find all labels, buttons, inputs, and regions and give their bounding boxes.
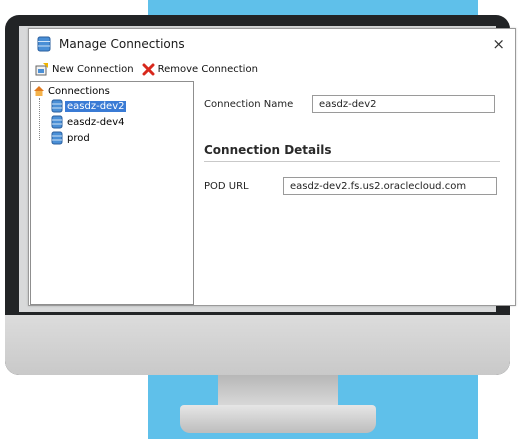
toolbar: New Connection Remove Connection [29, 59, 515, 79]
database-icon [51, 99, 63, 113]
monitor-stand-neck [218, 375, 338, 409]
manage-connections-dialog: Manage Connections × New Connection Remo… [28, 28, 516, 306]
database-icon [51, 131, 63, 145]
remove-connection-button[interactable]: Remove Connection [142, 63, 258, 76]
window-title: Manage Connections [59, 37, 185, 51]
tree-root-connections[interactable]: Connections [31, 84, 193, 98]
database-icon [51, 115, 63, 129]
remove-icon [142, 63, 155, 75]
monitor-chin [5, 315, 510, 375]
monitor-stand-base [180, 405, 376, 433]
connection-name-input[interactable]: easdz-dev2 [312, 95, 495, 113]
tree-item-prod[interactable]: prod [51, 130, 193, 146]
connection-detail-panel: Connection Name easdz-dev2 Connection De… [195, 81, 515, 305]
new-connection-button[interactable]: New Connection [35, 62, 134, 76]
tree-item-easdz-dev4[interactable]: easdz-dev4 [51, 114, 193, 130]
connection-name-label: Connection Name [204, 99, 294, 110]
tree-item-easdz-dev2[interactable]: easdz-dev2 [51, 98, 193, 114]
database-icon [37, 36, 51, 52]
connections-tree: Connections easdz-dev2 easdz-dev4 prod [30, 81, 194, 305]
title-bar: Manage Connections × [29, 29, 515, 59]
close-button[interactable]: × [492, 35, 505, 53]
pod-url-input[interactable]: easdz-dev2.fs.us2.oraclecloud.com [283, 177, 497, 195]
tree-item-label: easdz-dev2 [65, 100, 127, 112]
tree-item-label: prod [67, 132, 90, 144]
section-divider [204, 161, 500, 162]
tree-item-label: easdz-dev4 [67, 116, 125, 128]
pod-url-label: POD URL [204, 181, 249, 192]
home-icon [34, 86, 44, 96]
dialog-content: Connections easdz-dev2 easdz-dev4 prod C… [29, 81, 515, 305]
tree-connector [39, 98, 41, 140]
connection-details-heading: Connection Details [204, 143, 332, 157]
new-connection-icon [35, 62, 48, 75]
remove-connection-label: Remove Connection [157, 63, 258, 75]
new-connection-label: New Connection [52, 63, 134, 75]
tree-root-label: Connections [48, 85, 110, 97]
